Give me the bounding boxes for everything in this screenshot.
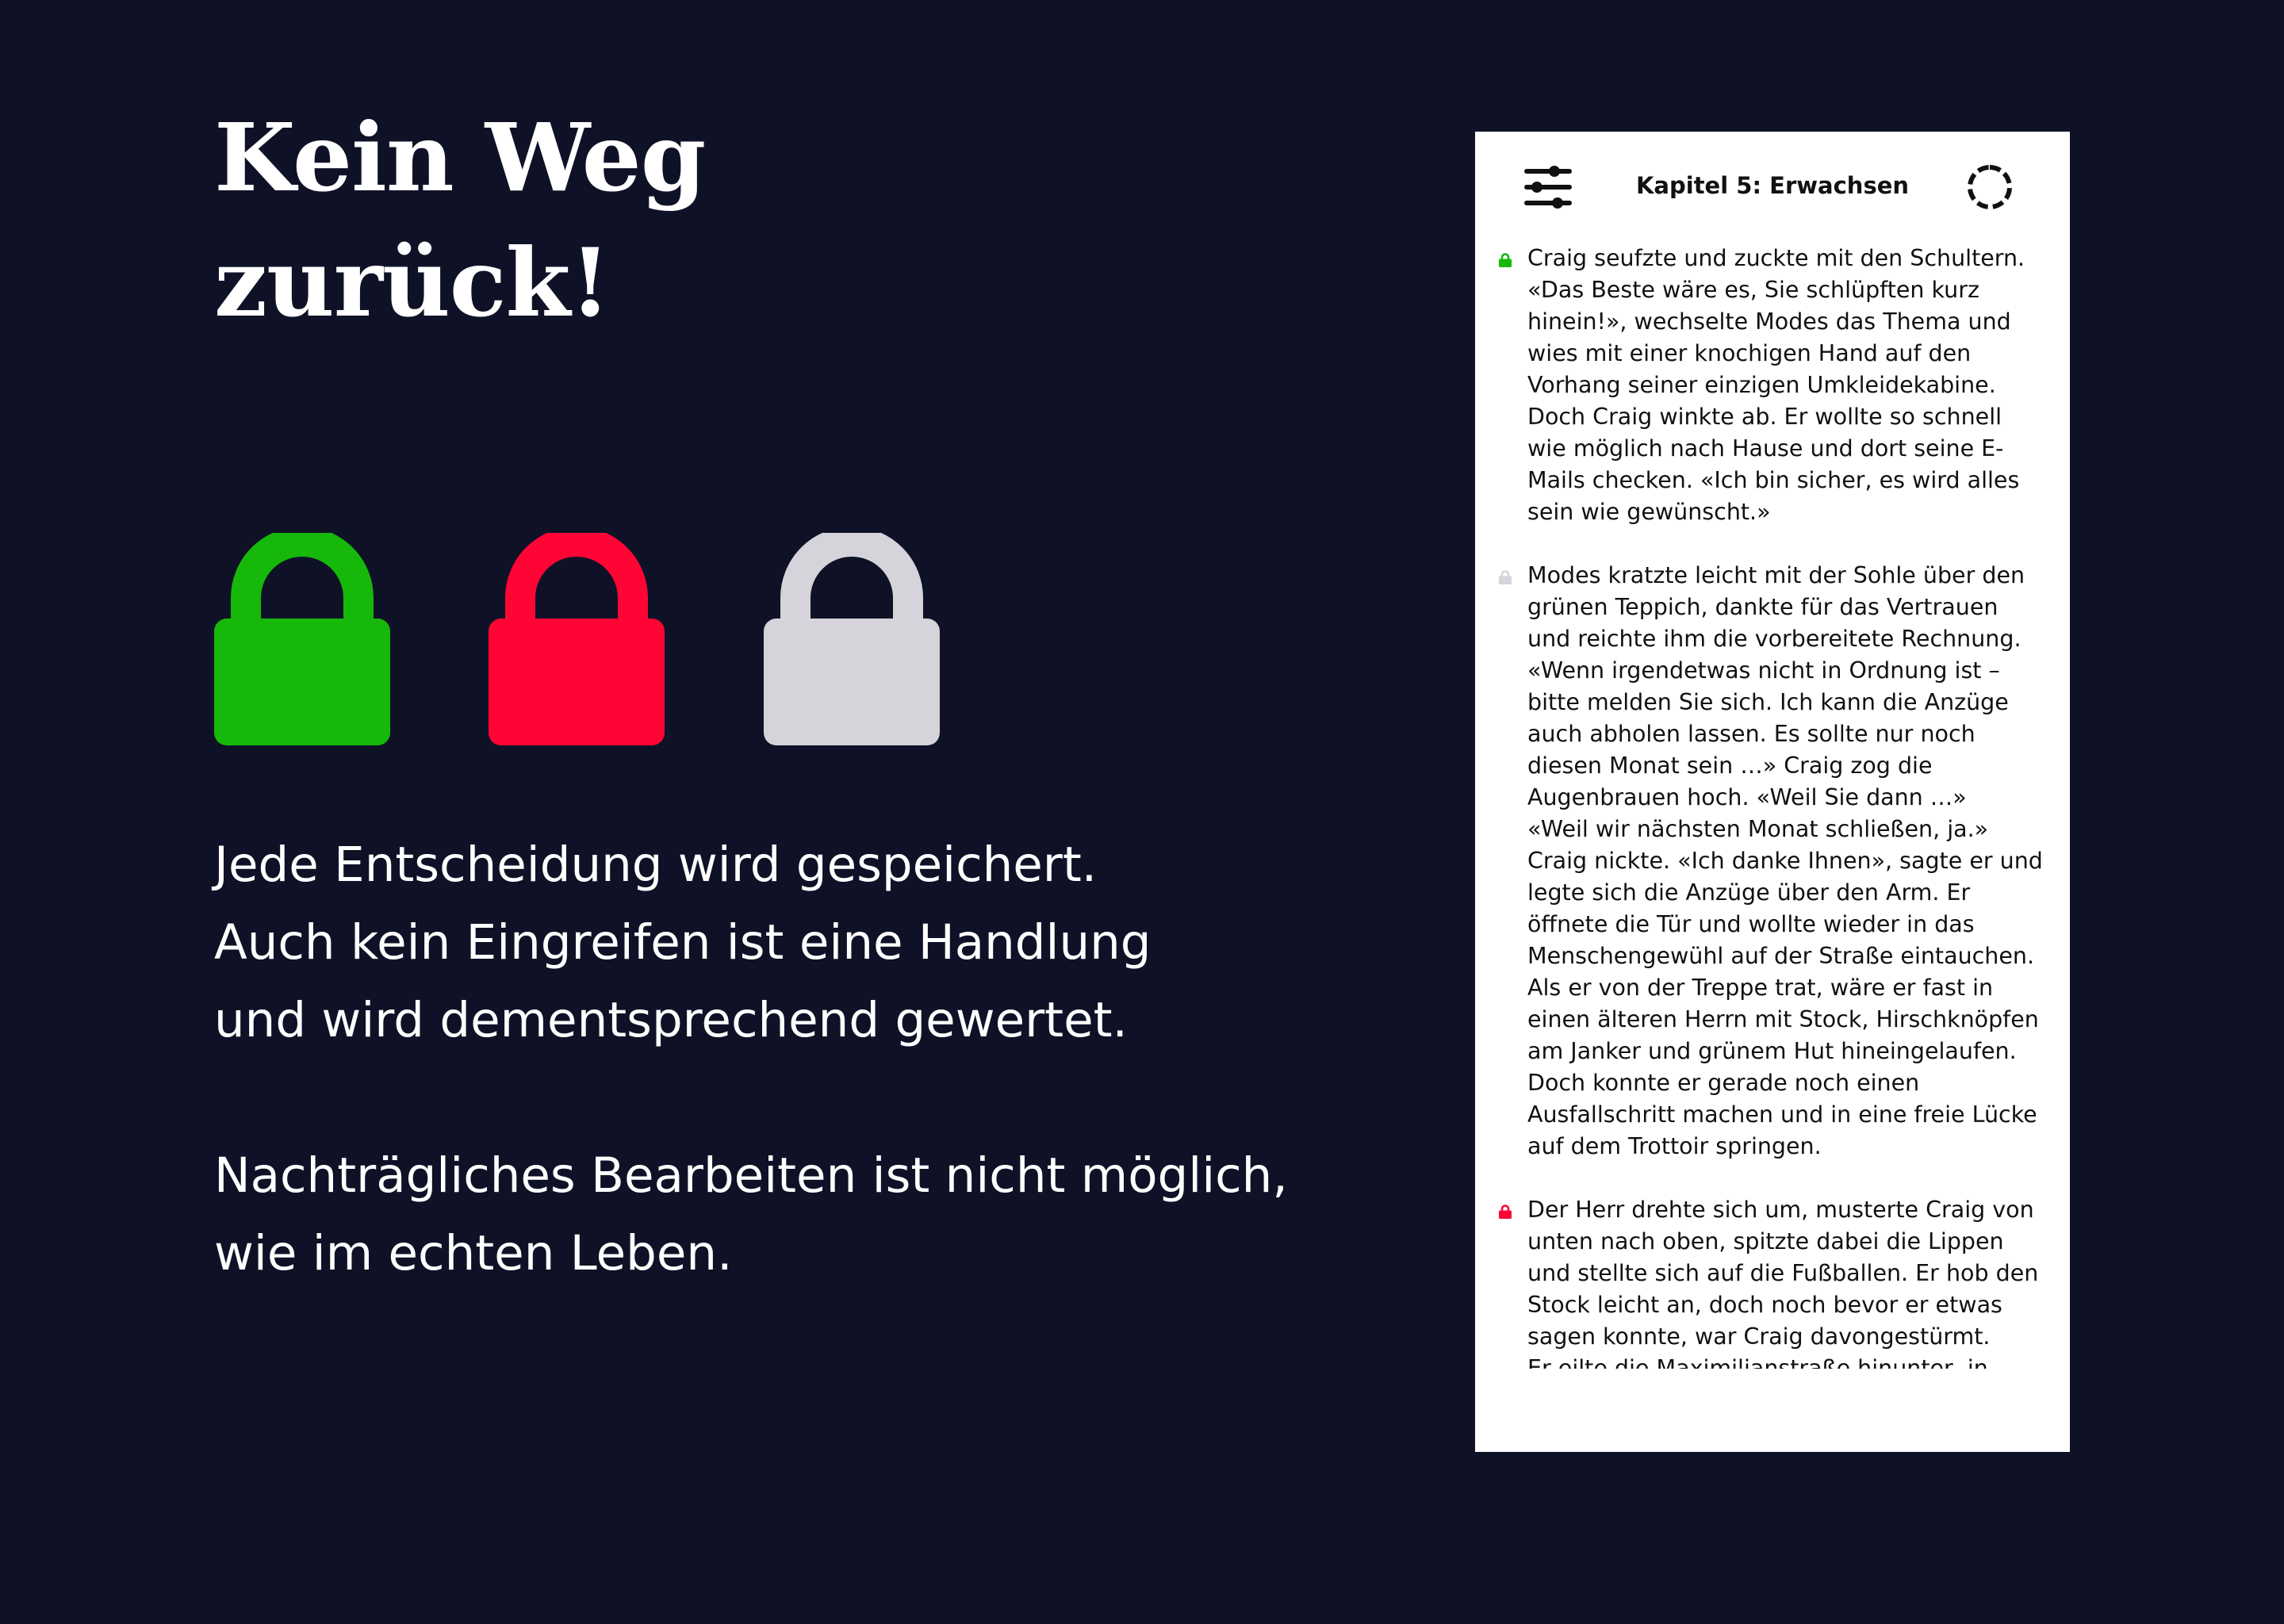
description-line: und wird dementsprechend gewertet.: [214, 992, 1128, 1048]
story-line: wie möglich nach Hause und dort seine E-: [1527, 435, 2004, 462]
progress-ring-icon[interactable]: [1964, 162, 2015, 213]
story-line: Stock leicht an, doch noch bevor er etwa…: [1527, 1292, 2002, 1318]
story-line: «Das Beste wäre es, Sie schlüpften kurz: [1527, 277, 1979, 303]
lock-icon: [1499, 570, 1512, 584]
headline: Kein Weg zurück!: [214, 95, 817, 346]
story-line: Der Herr drehte sich um, musterte Craig …: [1527, 1197, 2034, 1223]
description-line: Auch kein Eingreifen ist eine Handlung: [214, 914, 1152, 971]
story-paragraph: Modes kratzte leicht mit der Sohle über …: [1475, 560, 2070, 1162]
story-line: Doch konnte er gerade noch einen: [1527, 1070, 1920, 1096]
story-line: Modes kratzte leicht mit der Sohle über …: [1527, 562, 2025, 588]
headline-line-2: zurück!: [214, 228, 611, 338]
story-line: Craig nickte. «Ich danke Ihnen», sagte e…: [1527, 848, 2043, 874]
story-line: sagen konnte, war Craig davongestürmt.: [1527, 1323, 1991, 1350]
story-line: bitte melden Sie sich. Ich kann die Anzü…: [1527, 689, 2009, 715]
description-line: wie im echten Leben.: [214, 1225, 733, 1281]
story-line: Als er von der Treppe trat, wäre er fast…: [1527, 975, 1994, 1001]
red-lock-icon: [489, 533, 665, 745]
story-line: sein wie gewünscht.»: [1527, 499, 1771, 525]
headline-line-1: Kein Weg: [214, 102, 706, 213]
story-line: Doch Craig winkte ab. Er wollte so schne…: [1527, 404, 2002, 430]
story-paragraph: Craig seufzte und zuckte mit den Schulte…: [1475, 243, 2070, 528]
story-line: und reichte ihm die vorbereitete Rechnun…: [1527, 626, 2021, 652]
lock-icon: [1499, 253, 1512, 267]
story-line: diesen Monat sein …» Craig zog die: [1527, 753, 1933, 779]
story-line: hinein!», wechselte Modes das Thema und: [1527, 308, 2011, 335]
description-paragraph-2: Nachträgliches Bearbeiten ist nicht mögl…: [214, 1137, 1324, 1293]
description-line: Jede Entscheidung wird gespeichert.: [214, 837, 1098, 893]
green-lock-icon: [214, 533, 390, 745]
description-paragraph-1: Jede Entscheidung wird gespeichert. Auch…: [214, 826, 1324, 1059]
story-line: grünen Teppich, dankte für das Vertrauen: [1527, 594, 1998, 620]
story-line: am Janker und grünem Hut hineingelaufen.: [1527, 1038, 2017, 1064]
reader-header: Kapitel 5: Erwachsen: [1475, 132, 2070, 243]
story-line: Craig seufzte und zuckte mit den Schulte…: [1527, 245, 2025, 271]
story-line: auf dem Trottoir springen.: [1527, 1133, 1822, 1159]
story-line: auch abholen lassen. Es sollte nur noch: [1527, 721, 1976, 747]
story-paragraph: Der Herr drehte sich um, musterte Craig …: [1475, 1194, 2070, 1369]
reader-panel: Kapitel 5: Erwachsen Craig seufzte und z…: [1475, 132, 2070, 1452]
story-line: legte sich die Anzüge über den Arm. Er: [1527, 879, 1971, 906]
story-line: «Wenn irgendetwas nicht in Ordnung ist –: [1527, 657, 2000, 684]
story-line: öffnete die Tür und wollte wieder in das: [1527, 911, 1975, 937]
story-line: Ausfallschritt machen und in eine freie …: [1527, 1101, 2037, 1128]
story-line: unten nach oben, spitzte dabei die Lippe…: [1527, 1228, 2004, 1254]
description-line: Nachträgliches Bearbeiten ist nicht mögl…: [214, 1147, 1288, 1204]
description: Jede Entscheidung wird gespeichert. Auch…: [214, 826, 1324, 1293]
story-line: wies mit einer knochigen Hand auf den: [1527, 340, 1972, 366]
story-line: Er eilte die Maximilianstraße hinunter, …: [1527, 1355, 1988, 1369]
lock-icon: [1499, 1205, 1512, 1219]
story-line: Augenbrauen hoch. «Weil Sie dann …»: [1527, 784, 1967, 810]
story-line: einen älteren Herrn mit Stock, Hirschknö…: [1527, 1006, 2039, 1032]
story-line: Vorhang seiner einzigen Umkleidekabine.: [1527, 372, 1996, 398]
sliders-icon[interactable]: [1523, 162, 1573, 213]
grey-lock-icon: [764, 533, 940, 745]
story-line: Mails checken. «Ich bin sicher, es wird …: [1527, 467, 2020, 493]
reader-content[interactable]: Craig seufzte und zuckte mit den Schulte…: [1475, 243, 2070, 1369]
story-line: Menschengewühl auf der Straße eintauchen…: [1527, 943, 2035, 969]
story-line: und stellte sich auf die Fußballen. Er h…: [1527, 1260, 2039, 1286]
chapter-title: Kapitel 5: Erwachsen: [1635, 172, 1910, 199]
story-line: «Weil wir nächsten Monat schließen, ja.»: [1527, 816, 1989, 842]
